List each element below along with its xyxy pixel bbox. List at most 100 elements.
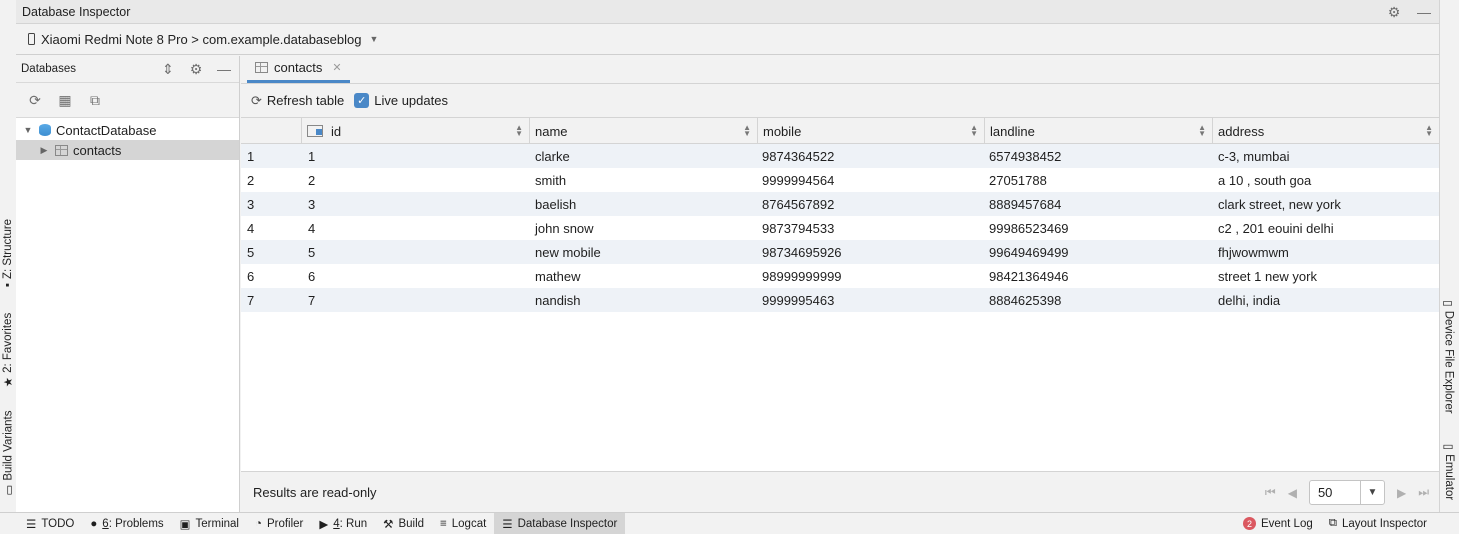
minimize-icon[interactable]: — — [1415, 3, 1433, 21]
column-header-landline[interactable]: landline ▲ ▼ — [984, 118, 1212, 144]
favorites-tool-tab[interactable]: ★ 2: Favorites — [0, 305, 16, 395]
cell-name[interactable]: nandish — [535, 288, 581, 312]
tab-contacts[interactable]: contacts ✕ — [247, 55, 350, 83]
cell-landline[interactable]: 99986523469 — [989, 216, 1069, 240]
cell-address[interactable]: delhi, india — [1218, 288, 1280, 312]
cell-id[interactable]: 4 — [308, 216, 315, 240]
cell-id[interactable]: 7 — [308, 288, 315, 312]
table-row[interactable]: 7 7 nandish 9999995463 8884625398 delhi, indi… — [241, 288, 1439, 312]
layout-inspector-tool-button[interactable]: ⧉ Layout Inspector — [1321, 513, 1435, 534]
cell-id[interactable]: 1 — [308, 144, 315, 168]
cell-name[interactable]: john snow — [535, 216, 594, 240]
chevron-down-icon[interactable]: ▼ — [1359, 481, 1384, 504]
column-header-id[interactable]: id ▲ ▼ — [301, 118, 529, 144]
cell-mobile[interactable]: 9999995463 — [762, 288, 834, 312]
table-row[interactable]: 1 1 clarke 9874364522 6574938452 c-3, mumbai — [241, 144, 1439, 168]
cell-name[interactable]: baelish — [535, 192, 576, 216]
read-only-status: Results are read-only — [253, 484, 377, 500]
cell-address[interactable]: clark street, new york — [1218, 192, 1341, 216]
column-header-address[interactable]: address ▲ ▼ — [1212, 118, 1439, 144]
chevron-down-icon[interactable]: ▼ — [22, 125, 34, 135]
cell-name[interactable]: clarke — [535, 144, 570, 168]
table-footer: Results are read-only ⏮ ◀ 50 ▼ ▶ ⏭ — [241, 471, 1439, 512]
run-query-icon[interactable]: ▦ — [56, 91, 74, 109]
table-row[interactable]: 6 6 mathew 98999999999 98421364946 street 1 n… — [241, 264, 1439, 288]
cell-name[interactable]: mathew — [535, 264, 581, 288]
cell-address[interactable]: street 1 new york — [1218, 264, 1317, 288]
build-tool-button[interactable]: ⚒ Build — [375, 513, 432, 534]
sort-icon[interactable]: ▲ ▼ — [743, 124, 751, 138]
terminal-tool-button[interactable]: ▣ Terminal — [172, 513, 247, 534]
column-header-name[interactable]: name ▲ ▼ — [529, 118, 757, 144]
row-number: 5 — [247, 244, 255, 260]
live-updates-checkbox[interactable]: ✓ Live updates — [354, 93, 448, 108]
gear-icon[interactable]: ⚙ — [187, 60, 205, 78]
cell-landline[interactable]: 27051788 — [989, 168, 1047, 192]
tree-item-contacts[interactable]: ▶ contacts — [16, 140, 239, 160]
logcat-tool-button[interactable]: ≡ Logcat — [432, 513, 494, 534]
page-size-value[interactable]: 50 — [1310, 485, 1360, 500]
tree-item-contactdatabase[interactable]: ▼ ContactDatabase — [16, 120, 239, 140]
minimize-icon[interactable]: — — [215, 60, 233, 78]
cell-id[interactable]: 2 — [308, 168, 315, 192]
cell-address[interactable]: c-3, mumbai — [1218, 144, 1290, 168]
structure-tool-tab[interactable]: ▪ Z: Structure — [0, 205, 16, 300]
problems-tool-button[interactable]: ● 6: Problems — [82, 513, 171, 534]
cell-mobile[interactable]: 8764567892 — [762, 192, 834, 216]
table-row[interactable]: 2 2 smith 9999994564 27051788 a 10 , south go… — [241, 168, 1439, 192]
previous-page-icon[interactable]: ◀ — [1288, 486, 1297, 500]
event-log-tool-button[interactable]: 2 Event Log — [1235, 513, 1321, 534]
keep-connections-icon[interactable]: ⧉ — [86, 91, 104, 109]
cell-address[interactable]: a 10 , south goa — [1218, 168, 1311, 192]
sort-icon[interactable]: ▲ ▼ — [515, 124, 523, 138]
sort-icon[interactable]: ▲ ▼ — [1425, 124, 1433, 138]
todo-tool-button[interactable]: ☰ TODO — [0, 513, 82, 534]
process-selector[interactable]: Xiaomi Redmi Note 8 Pro > com.example.da… — [28, 32, 378, 47]
cell-name[interactable]: smith — [535, 168, 566, 192]
close-icon[interactable]: ✕ — [332, 61, 341, 74]
checkbox-checked-icon[interactable]: ✓ — [354, 93, 370, 108]
cell-id[interactable]: 5 — [308, 240, 315, 264]
cell-address[interactable]: fhjwowmwm — [1218, 240, 1289, 264]
cell-landline[interactable]: 98421364946 — [989, 264, 1069, 288]
page-size-select[interactable]: 50 ▼ — [1308, 480, 1385, 505]
grid-header: id ▲ ▼ name ▲ ▼ mobile ▲ ▼ landline ▲ ▼ addr… — [241, 118, 1439, 144]
tool-window-header: Database Inspector ⚙ — — [16, 0, 1439, 24]
table-row[interactable]: 5 5 new mobile 98734695926 99649469499 fhjwow… — [241, 240, 1439, 264]
cell-mobile[interactable]: 9999994564 — [762, 168, 834, 192]
table-row[interactable]: 3 3 baelish 8764567892 8889457684 clark stree… — [241, 192, 1439, 216]
cell-mobile[interactable]: 9874364522 — [762, 144, 834, 168]
profiler-tool-button[interactable]: ◔ Profiler — [247, 513, 311, 534]
refresh-icon[interactable]: ⟳ — [26, 91, 44, 109]
cell-mobile[interactable]: 98999999999 — [762, 264, 842, 288]
run-tool-button[interactable]: ▶ 4: Run — [311, 513, 375, 534]
cell-mobile[interactable]: 9873794533 — [762, 216, 834, 240]
cell-landline[interactable]: 6574938452 — [989, 144, 1061, 168]
table-tabs: contacts ✕ — [241, 56, 1439, 84]
cell-id[interactable]: 6 — [308, 264, 315, 288]
next-page-icon[interactable]: ▶ — [1397, 486, 1406, 500]
cell-id[interactable]: 3 — [308, 192, 315, 216]
sort-icon[interactable]: ▲ ▼ — [1198, 124, 1206, 138]
last-page-icon[interactable]: ⏭ — [1418, 485, 1429, 500]
collapse-all-icon[interactable]: ⇕ — [159, 60, 177, 78]
chevron-right-icon[interactable]: ▶ — [38, 145, 50, 156]
bottom-tool-bar: ☰ TODO ● 6: Problems ▣ Terminal ◔ Profiler ▶… — [0, 512, 1459, 534]
cell-landline[interactable]: 8884625398 — [989, 288, 1061, 312]
cell-address[interactable]: c2 , 201 eouini delhi — [1218, 216, 1334, 240]
cell-name[interactable]: new mobile — [535, 240, 601, 264]
cell-landline[interactable]: 8889457684 — [989, 192, 1061, 216]
cell-mobile[interactable]: 98734695926 — [762, 240, 842, 264]
build-variants-tool-tab[interactable]: ▭ Build Variants — [0, 405, 16, 500]
first-page-icon[interactable]: ⏮ — [1265, 485, 1276, 500]
refresh-table-button[interactable]: ⟳ Refresh table — [251, 93, 344, 109]
cell-landline[interactable]: 99649469499 — [989, 240, 1069, 264]
emulator-tab[interactable]: ▯ Emulator — [1439, 437, 1459, 507]
gear-icon[interactable]: ⚙ — [1385, 3, 1403, 21]
device-file-explorer-tab[interactable]: ▯ Device File Explorer — [1439, 292, 1459, 422]
table-row[interactable]: 4 4 john snow 9873794533 99986523469 c2 , 201… — [241, 216, 1439, 240]
database-inspector-tool-button[interactable]: ☰ Database Inspector — [494, 512, 626, 534]
column-header-mobile[interactable]: mobile ▲ ▼ — [757, 118, 984, 144]
event-log-label: Event Log — [1260, 517, 1313, 530]
sort-icon[interactable]: ▲ ▼ — [970, 124, 978, 138]
